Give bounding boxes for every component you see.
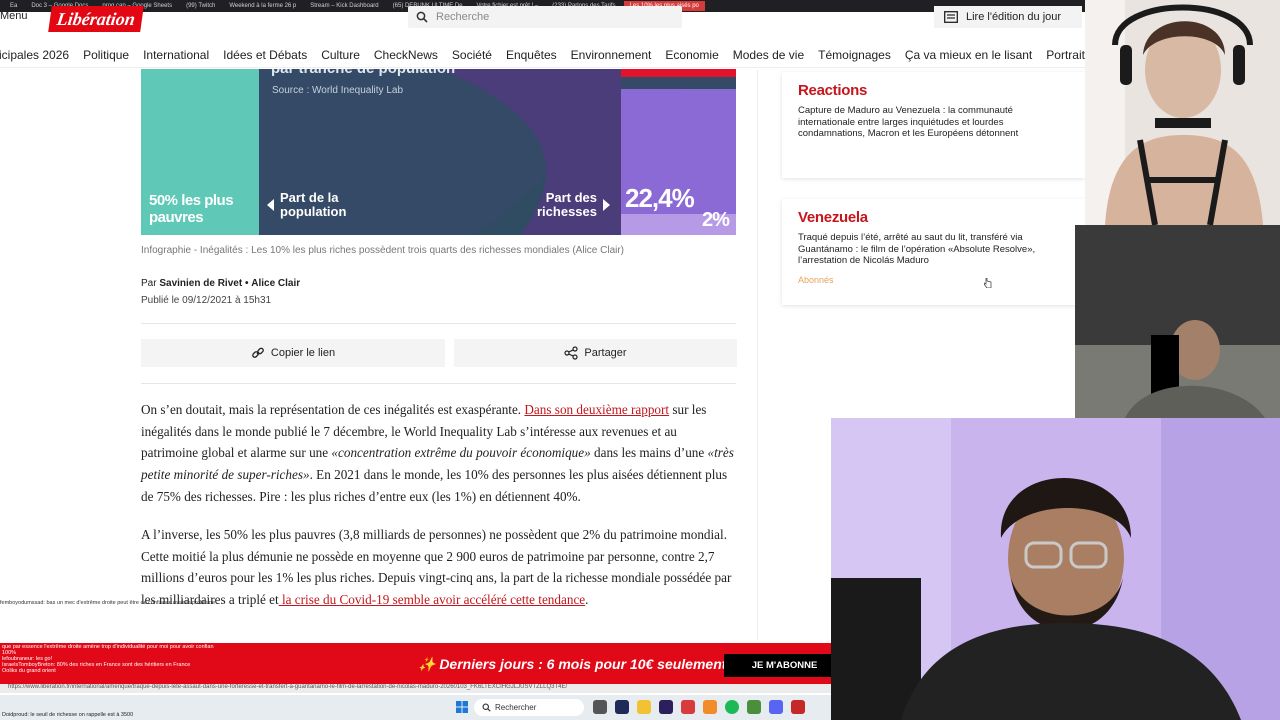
byline-prefix: Par: [141, 278, 157, 289]
article-paragraph: A l’inverse, les 50% les plus pauvres (3…: [141, 524, 737, 611]
nav-item[interactable]: Portraits: [1046, 48, 1085, 62]
browser-tab[interactable]: (99) Twitch: [180, 1, 221, 11]
subscribe-button[interactable]: JE M'ABONNE: [724, 654, 845, 677]
divider: [141, 323, 736, 324]
site-header: Menu Libération Recherche Lire l'édition…: [0, 6, 1085, 42]
divider: [141, 383, 736, 384]
premiere-icon[interactable]: [659, 700, 673, 714]
webcam-top: [1085, 0, 1280, 225]
nav-item[interactable]: Enquêtes: [506, 48, 572, 62]
newspaper-icon: [944, 11, 958, 23]
subscribers-badge: Abonnés: [798, 275, 834, 286]
card-kicker: Reactions: [798, 82, 867, 99]
task-view-icon[interactable]: [593, 700, 607, 714]
app-icon[interactable]: [747, 700, 761, 714]
opera-icon[interactable]: [681, 700, 695, 714]
taskbar-search-label: Rechercher: [495, 703, 537, 712]
share-icon: [564, 346, 578, 360]
infographic-population-label: Part de la population: [267, 191, 360, 219]
chat-messages: que par essence l'extrême droite amène t…: [2, 644, 412, 674]
read-edition-label: Lire l'édition du jour: [966, 11, 1062, 23]
infographic-caption: Infographie - Inégalités : Les 10% les p…: [141, 245, 625, 256]
infographic-value-top: 22,4%: [625, 183, 695, 213]
browser-icon[interactable]: [791, 700, 805, 714]
chevron-right-icon: [603, 199, 610, 211]
windows-start-icon[interactable]: [456, 701, 468, 713]
promo-text: ✨ Derniers jours : 6 mois pour 10€ seule…: [418, 656, 735, 672]
section-nav: icipales 2026 Politique International Id…: [0, 42, 1085, 68]
search-box[interactable]: Recherche: [408, 6, 682, 28]
infographic-wealth-label: Part des richesses: [527, 191, 610, 219]
search-icon: [416, 11, 428, 23]
infographic-title-fragment: par tranche de population: [271, 69, 455, 77]
copy-link-button[interactable]: Copier le lien: [141, 339, 445, 367]
nav-item[interactable]: Témoignages: [818, 48, 906, 62]
nav-item[interactable]: Ça va mieux en le lisant: [905, 48, 1047, 62]
chevron-left-icon: [267, 199, 274, 211]
population-label-text: Part de la population: [280, 190, 347, 219]
infographic-source: Source : World Inequality Lab: [272, 85, 404, 96]
menu-button[interactable]: Menu: [0, 10, 28, 22]
text-run: .: [585, 592, 589, 608]
status-bar-url: https://www.liberation.fr/international/…: [0, 684, 831, 693]
chat-message: femboyodumssad: bas un mec d'extrême dro…: [0, 600, 216, 606]
copy-link-label: Copier le lien: [270, 347, 336, 359]
card-kicker: Venezuela: [798, 209, 868, 226]
discord-icon[interactable]: [769, 700, 783, 714]
search-placeholder: Recherche: [436, 11, 490, 23]
text-run: dans les mains d’une: [590, 445, 708, 461]
browser-tab[interactable]: Stream – Kick Dashboard: [304, 1, 384, 11]
app-icon[interactable]: [703, 700, 717, 714]
subscription-banner: que par essence l'extrême droite amène t…: [0, 643, 845, 687]
webcam-bottom: [831, 418, 1280, 720]
chat-message: Ooliks du grand orient: [2, 668, 56, 674]
card-headline[interactable]: Traqué depuis l’été, arrêté au saut du l…: [798, 232, 1069, 267]
quote-run: «concentration extrême du pouvoir économ…: [331, 445, 591, 461]
nav-item[interactable]: Idées et Débats: [223, 48, 322, 62]
article-infographic: par tranche de population Source : World…: [141, 69, 736, 235]
webcam-middle: [1075, 225, 1280, 418]
byline-separator: •: [244, 278, 249, 289]
nav-item[interactable]: Culture: [321, 48, 375, 62]
screen: Ea Doc 3 – Google Docs prog cap – Google…: [0, 0, 1280, 720]
column-divider: [757, 70, 758, 640]
link-icon: [252, 347, 264, 358]
author-link[interactable]: Alice Clair: [251, 278, 300, 289]
publish-date: Publié le 09/12/2021 à 15h31: [141, 295, 272, 306]
search-icon: [482, 703, 491, 712]
wealth-label-text: Part des richesses: [537, 190, 597, 219]
nav-item[interactable]: Société: [452, 48, 507, 62]
article-paragraph: On s’en doutait, mais la représentation …: [141, 399, 737, 508]
nav-item[interactable]: Politique: [83, 48, 144, 62]
site-logo[interactable]: Libération: [48, 6, 144, 32]
share-button[interactable]: Partager: [454, 339, 737, 367]
nav-item[interactable]: International: [143, 48, 224, 62]
file-explorer-icon[interactable]: [637, 700, 651, 714]
browser-tab[interactable]: Weekend à la ferme 26 p: [223, 1, 302, 11]
sidebar-card-venezuela[interactable]: Venezuela Traqué depuis l’été, arrêté au…: [782, 199, 1085, 305]
nav-item[interactable]: icipales 2026: [0, 48, 84, 62]
sidebar-card-reactions[interactable]: Reactions Capture de Maduro au Venezuela…: [782, 72, 1085, 178]
nav-item[interactable]: CheckNews: [374, 48, 453, 62]
card-headline[interactable]: Capture de Maduro au Venezuela : la comm…: [798, 105, 1069, 140]
nav-item[interactable]: Modes de vie: [733, 48, 819, 62]
author-link[interactable]: Savinien de Rivet: [159, 278, 242, 289]
nav-item[interactable]: Environnement: [571, 48, 667, 62]
taskbar-search[interactable]: Rechercher: [474, 699, 584, 716]
share-label: Partager: [584, 347, 627, 359]
infographic-value-bottom: 2%: [702, 209, 730, 231]
text-run: On s’en doutait, mais la représentation …: [141, 402, 525, 417]
spotify-icon[interactable]: [725, 700, 739, 714]
byline: Par Savinien de Rivet • Alice Clair: [141, 278, 300, 289]
pointer-cursor-icon: [984, 278, 992, 288]
chat-message: Doidproud: le seuil de richesse on rappe…: [2, 712, 134, 718]
report-link[interactable]: Dans son deuxième rapport: [524, 402, 669, 417]
stream-chat-overlay: femboyodumssad: bas un mec d'extrême dro…: [0, 600, 420, 606]
infographic-poor-label: 50% les plus pauvres: [149, 192, 234, 226]
nav-item[interactable]: Economie: [665, 48, 733, 62]
photoshop-icon[interactable]: [615, 700, 629, 714]
read-edition-button[interactable]: Lire l'édition du jour: [934, 6, 1082, 28]
